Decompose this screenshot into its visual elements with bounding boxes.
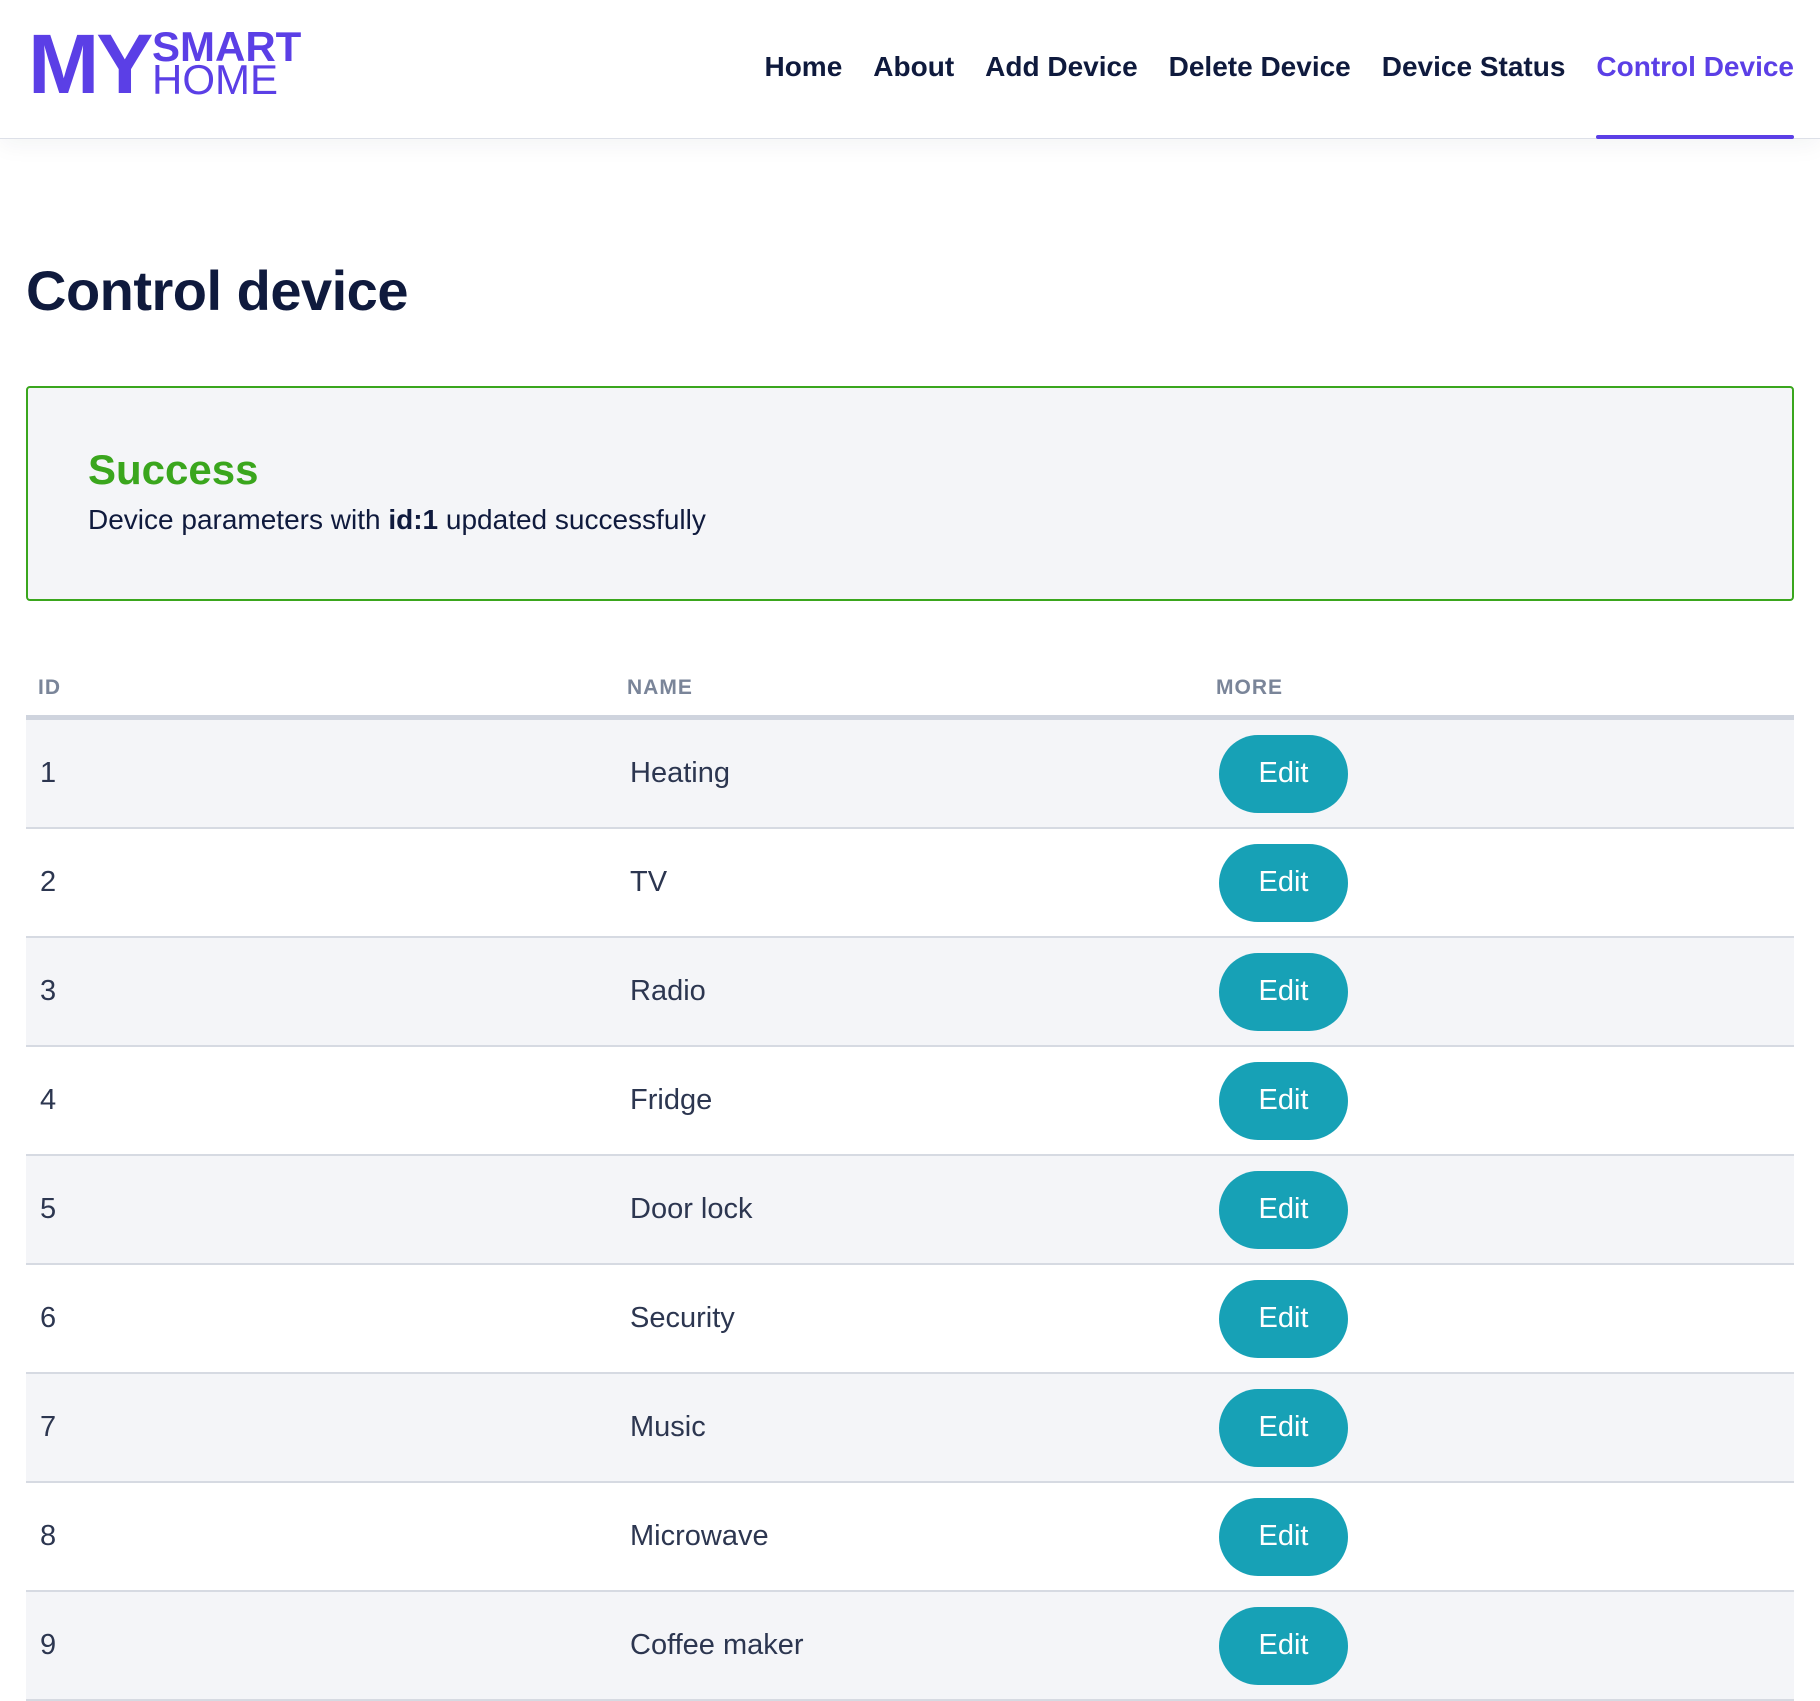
cell-more: Edit <box>1204 1279 1794 1358</box>
devices-table: ID NAME MORE 1 Heating Edit 2 TV Edit 3 … <box>26 660 1794 1701</box>
table-header: ID NAME MORE <box>26 660 1794 720</box>
logo-my: MY <box>28 17 153 111</box>
logo[interactable]: MY SMART HOME <box>28 17 301 111</box>
table-row: 2 TV Edit <box>26 829 1794 938</box>
table-row: 3 Radio Edit <box>26 938 1794 1047</box>
table-row: 4 Fridge Edit <box>26 1047 1794 1156</box>
alert-title: Success <box>88 446 259 493</box>
edit-button[interactable]: Edit <box>1219 1606 1348 1685</box>
nav-item-add-device[interactable]: Add Device <box>985 0 1138 139</box>
column-header-name: NAME <box>627 675 693 699</box>
cell-more: Edit <box>1204 1061 1794 1140</box>
success-alert: Success Device parameters with id:1 upda… <box>26 386 1794 601</box>
cell-id: 1 <box>40 757 57 789</box>
edit-button[interactable]: Edit <box>1219 1497 1348 1576</box>
cell-id: 8 <box>40 1520 57 1552</box>
cell-more: Edit <box>1204 1497 1794 1576</box>
site-header: MY SMART HOME Home About Add Device Dele… <box>0 0 1820 139</box>
cell-more: Edit <box>1204 734 1794 813</box>
table-row: 6 Security Edit <box>26 1265 1794 1374</box>
nav-item-delete-device[interactable]: Delete Device <box>1169 0 1351 139</box>
cell-name: Heating <box>630 757 730 789</box>
table-row: 1 Heating Edit <box>26 720 1794 829</box>
cell-name: Music <box>630 1411 706 1443</box>
table-row: 5 Door lock Edit <box>26 1156 1794 1265</box>
cell-more: Edit <box>1204 1170 1794 1249</box>
nav-item-device-status[interactable]: Device Status <box>1382 0 1566 139</box>
cell-name: Microwave <box>630 1520 769 1552</box>
edit-button[interactable]: Edit <box>1219 1388 1348 1467</box>
cell-id: 3 <box>40 975 57 1007</box>
table-row: 9 Coffee maker Edit <box>26 1592 1794 1701</box>
cell-name: TV <box>630 866 668 898</box>
page-title: Control device <box>26 259 408 322</box>
cell-name: Fridge <box>630 1084 713 1116</box>
cell-id: 2 <box>40 866 57 898</box>
edit-button[interactable]: Edit <box>1219 734 1348 813</box>
table-row: 8 Microwave Edit <box>26 1483 1794 1592</box>
cell-name: Radio <box>630 975 706 1007</box>
edit-button[interactable]: Edit <box>1219 1279 1348 1358</box>
cell-id: 9 <box>40 1629 57 1661</box>
column-header-more: MORE <box>1216 675 1283 699</box>
cell-id: 5 <box>40 1193 57 1225</box>
nav-item-home[interactable]: Home <box>764 0 842 139</box>
alert-message-id: id:1 <box>388 504 439 535</box>
edit-button[interactable]: Edit <box>1219 1170 1348 1249</box>
edit-button[interactable]: Edit <box>1219 843 1348 922</box>
alert-message-prefix: Device parameters with <box>88 504 389 535</box>
edit-button[interactable]: Edit <box>1219 952 1348 1031</box>
cell-name: Coffee maker <box>630 1629 804 1661</box>
cell-name: Door lock <box>630 1193 753 1225</box>
cell-id: 4 <box>40 1084 57 1116</box>
edit-button[interactable]: Edit <box>1219 1061 1348 1140</box>
cell-id: 7 <box>40 1411 57 1443</box>
cell-id: 6 <box>40 1302 57 1334</box>
cell-more: Edit <box>1204 1388 1794 1467</box>
alert-message-suffix: updated successfully <box>438 504 706 535</box>
nav-item-control-device[interactable]: Control Device <box>1596 0 1794 139</box>
main-nav: Home About Add Device Delete Device Devi… <box>764 0 1794 139</box>
cell-more: Edit <box>1204 952 1794 1031</box>
cell-more: Edit <box>1204 1606 1794 1685</box>
column-header-id: ID <box>38 675 61 699</box>
alert-message: Device parameters with id:1 updated succ… <box>88 502 1792 538</box>
cell-more: Edit <box>1204 843 1794 922</box>
table-row: 7 Music Edit <box>26 1374 1794 1483</box>
logo-home: HOME <box>152 56 278 103</box>
logo-text-stack: SMART HOME <box>152 26 301 103</box>
nav-item-about[interactable]: About <box>873 0 954 139</box>
cell-name: Security <box>630 1302 735 1334</box>
